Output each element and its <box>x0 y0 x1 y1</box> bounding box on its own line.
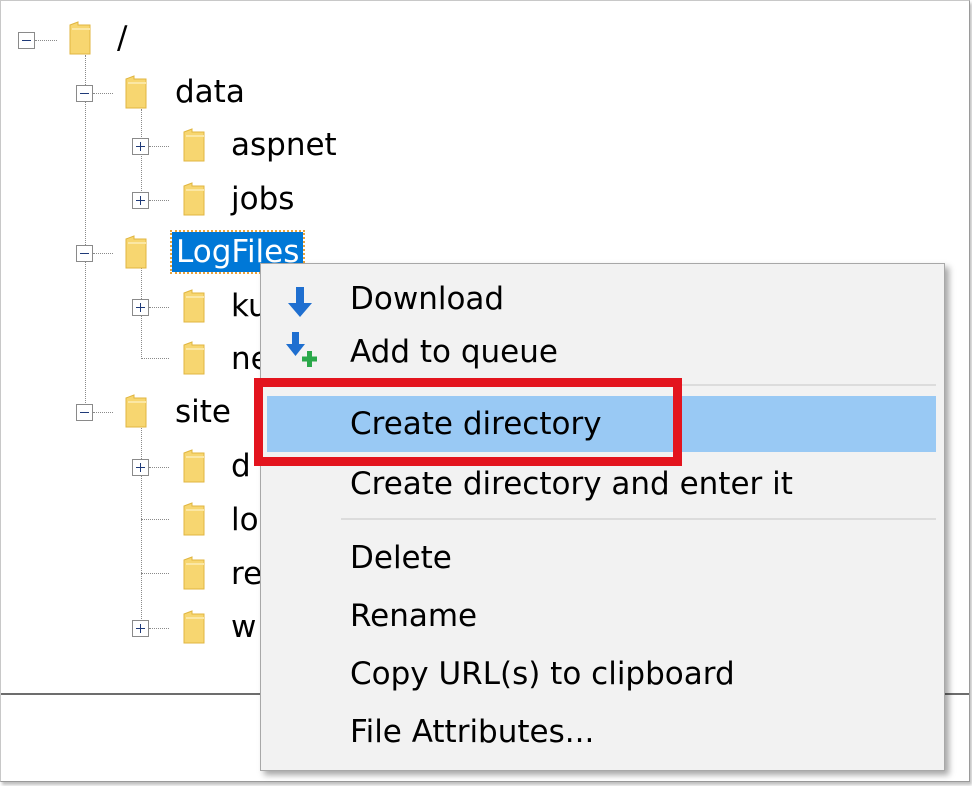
collapse-toggle-logfiles[interactable] <box>76 245 93 262</box>
menu-item-file-attributes[interactable]: File Attributes... <box>261 704 944 760</box>
tree-item-aspnet[interactable]: aspnet <box>231 125 337 165</box>
tree-line <box>35 40 57 41</box>
tree-item-site-w[interactable]: w <box>231 607 256 647</box>
expand-toggle-site-w[interactable] <box>132 620 149 637</box>
tree-item-data[interactable]: data <box>175 72 245 112</box>
folder-icon <box>183 556 205 590</box>
folder-icon <box>183 289 205 323</box>
menu-item-label: Create directory and enter it <box>350 466 793 502</box>
tree-item-site[interactable]: site <box>175 392 231 432</box>
tree-line <box>93 93 113 94</box>
expand-toggle-ku[interactable] <box>132 299 149 316</box>
folder-icon <box>69 21 91 55</box>
tree-item-root[interactable]: / <box>117 18 127 58</box>
collapse-toggle-root[interactable] <box>18 32 35 49</box>
add-to-queue-icon <box>285 332 323 388</box>
folder-icon <box>183 610 205 644</box>
tree-line <box>141 425 142 629</box>
expand-toggle-jobs[interactable] <box>132 192 149 209</box>
menu-separator <box>341 384 936 386</box>
menu-item-label: Create directory <box>350 406 602 442</box>
menu-item-create-directory-and-enter[interactable]: Create directory and enter it <box>261 456 944 512</box>
tree-line <box>141 573 169 574</box>
menu-item-label: Download <box>350 281 505 317</box>
tree-item-site-re[interactable]: re <box>231 554 262 594</box>
tree-line <box>141 358 169 359</box>
menu-item-label: Rename <box>350 598 478 634</box>
menu-item-add-to-queue[interactable]: Add to queue <box>261 324 944 380</box>
folder-icon <box>183 341 205 375</box>
folder-icon <box>183 502 205 536</box>
tree-line <box>149 628 169 629</box>
menu-item-label: File Attributes... <box>350 714 595 750</box>
folder-icon <box>183 182 205 216</box>
tree-line <box>149 200 169 201</box>
tree-line <box>93 412 113 413</box>
menu-item-label: Add to queue <box>350 334 558 370</box>
menu-item-delete[interactable]: Delete <box>261 530 944 586</box>
menu-item-rename[interactable]: Rename <box>261 588 944 644</box>
tree-line <box>149 146 169 147</box>
folder-icon <box>183 449 205 483</box>
folder-icon <box>125 75 147 109</box>
menu-item-copy-urls[interactable]: Copy URL(s) to clipboard <box>261 646 944 702</box>
folder-icon <box>125 235 147 269</box>
tree-line <box>85 55 86 415</box>
tree-line <box>149 467 169 468</box>
menu-item-download[interactable]: Download <box>261 271 944 327</box>
tree-line <box>141 519 169 520</box>
menu-item-create-directory[interactable]: Create directory <box>261 396 944 452</box>
tree-line <box>93 253 113 254</box>
expand-toggle-aspnet[interactable] <box>132 138 149 155</box>
menu-item-label: Copy URL(s) to clipboard <box>350 656 735 692</box>
tree-item-site-lo[interactable]: lo <box>231 500 259 540</box>
context-menu: Download Add to queue Create directory C… <box>260 263 945 771</box>
collapse-toggle-data[interactable] <box>76 85 93 102</box>
tree-item-jobs[interactable]: jobs <box>231 179 294 219</box>
tree-line <box>141 109 142 201</box>
menu-item-label: Delete <box>350 540 452 576</box>
collapse-toggle-site[interactable] <box>76 404 93 421</box>
tree-item-site-d[interactable]: d <box>231 446 251 486</box>
tree-line <box>149 307 169 308</box>
expand-toggle-site-d[interactable] <box>132 459 149 476</box>
menu-separator <box>341 518 936 520</box>
folder-icon <box>125 394 147 428</box>
folder-icon <box>183 128 205 162</box>
